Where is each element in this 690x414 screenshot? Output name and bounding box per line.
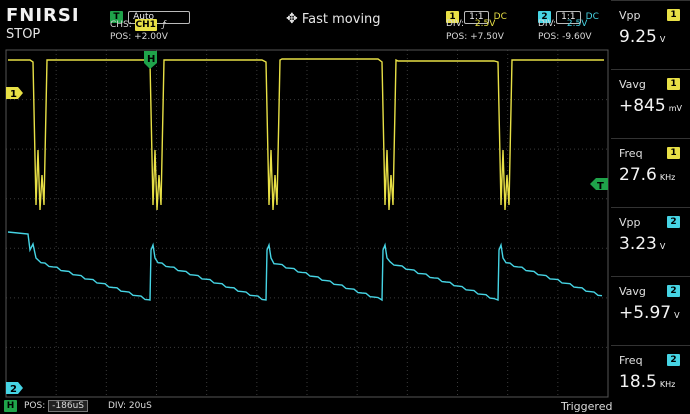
timebase-div[interactable]: DIV: 20uS <box>108 401 152 411</box>
ch2-marker[interactable]: 2 <box>6 382 23 395</box>
measurement-value: 27.6 KHz <box>619 165 675 185</box>
measurement-label: Vpp <box>619 216 641 229</box>
measurement-label: Freq <box>619 354 643 367</box>
ch1-marker[interactable]: 1 <box>6 87 23 100</box>
timebase-div-label: DIV: <box>108 401 127 411</box>
h-pos-marker-label: H <box>147 54 155 65</box>
trigger-level-marker[interactable]: T <box>590 178 608 192</box>
measurement-number: 27.6 <box>619 165 657 185</box>
measurement-channel-badge: 1 <box>667 78 680 90</box>
measurement-channel-badge: 2 <box>667 216 680 228</box>
measurement-value: +845 mV <box>619 96 682 116</box>
measurement-label: Vavg <box>619 78 646 91</box>
measurement-unit: V <box>659 35 666 44</box>
measurement-value: 18.5 KHz <box>619 372 675 392</box>
ch1-waveform <box>8 58 604 211</box>
measurement-vpp-ch2[interactable]: Vpp 2 3.23 V <box>611 207 690 276</box>
graticule <box>6 50 608 397</box>
measurement-channel-badge: 2 <box>667 354 680 366</box>
measurement-vpp-ch1[interactable]: Vpp 1 9.25 V <box>611 0 690 69</box>
measurement-channel-badge: 2 <box>667 285 680 297</box>
measurement-channel-badge: 1 <box>667 147 680 159</box>
measurement-label: Vpp <box>619 9 641 22</box>
measurement-number: +845 <box>619 96 666 116</box>
timebase-div-value: 20uS <box>128 401 152 411</box>
trigger-status: Triggered <box>561 400 613 413</box>
measurement-freq-ch1[interactable]: Freq 1 27.6 KHz <box>611 138 690 207</box>
measurement-value: 3.23 V <box>619 234 665 254</box>
ch2-marker-label: 2 <box>10 384 17 395</box>
measurement-value: +5.97 V <box>619 303 680 323</box>
measurement-channel-badge: 1 <box>667 9 680 21</box>
measurement-unit: V <box>659 242 666 251</box>
measurement-unit: KHz <box>659 380 676 389</box>
measurement-unit: KHz <box>659 173 676 182</box>
measurement-number: +5.97 <box>619 303 672 323</box>
measurement-freq-ch2[interactable]: Freq 2 18.5 KHz <box>611 345 690 414</box>
timebase-pos-label: POS: <box>24 401 46 411</box>
h-badge: H <box>4 400 17 412</box>
timebase-pos[interactable]: POS: -186uS <box>24 400 88 412</box>
measurement-vavg-ch1[interactable]: Vavg 1 +845 mV <box>611 69 690 138</box>
measurement-unit: V <box>674 311 680 320</box>
measurement-number: 9.25 <box>619 27 657 47</box>
measurement-value: 9.25 V <box>619 27 665 47</box>
ch1-marker-label: 1 <box>10 89 17 100</box>
measurement-unit: mV <box>668 104 682 113</box>
measurement-vavg-ch2[interactable]: Vavg 2 +5.97 V <box>611 276 690 345</box>
measurement-label: Freq <box>619 147 643 160</box>
ch2-waveform <box>7 231 603 302</box>
footer-bar: H POS: -186uS DIV: 20uS Triggered <box>0 399 613 414</box>
measurement-number: 3.23 <box>619 234 657 254</box>
timebase-pos-value: -186uS <box>48 400 88 412</box>
measurement-number: 18.5 <box>619 372 657 392</box>
h-pos-marker[interactable]: H <box>144 51 157 69</box>
measurement-label: Vavg <box>619 285 646 298</box>
waveform-display[interactable]: 1 2 T H <box>0 0 690 414</box>
trigger-marker-label: T <box>597 181 604 192</box>
